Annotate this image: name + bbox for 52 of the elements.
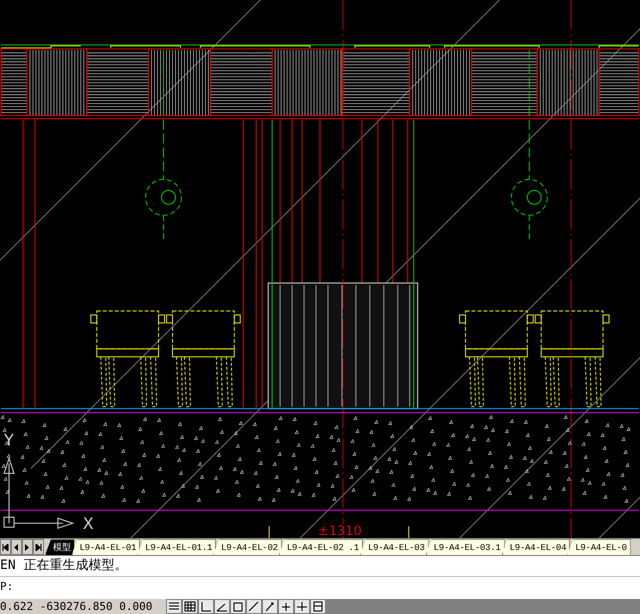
status-toggle[interactable] [214,599,230,614]
first-tab-button[interactable] [0,539,11,556]
status-toggle[interactable] [278,599,294,614]
ceiling-panel [86,48,150,116]
next-tab-button[interactable] [22,539,33,556]
ceiling-panel [272,48,342,116]
dyn-icon [280,601,292,612]
status-toggle[interactable] [262,599,278,614]
layout-tab[interactable]: L9-A4-EL-02 [213,539,282,556]
last-icon [35,544,42,551]
layout-tab[interactable]: L9-A4-EL-0 [567,539,631,556]
osnap-icon [232,601,244,612]
tick-mark [408,526,410,538]
layout-tab[interactable]: L9-A4-EL-03 [360,539,429,556]
ceiling-panel [341,48,410,116]
status-toggle[interactable] [246,599,262,614]
layout-tab[interactable]: L9-A4-EL-01 [72,539,140,556]
previous-tab-button[interactable] [11,539,22,556]
ducs-icon [264,601,276,612]
status-toggle[interactable] [230,599,246,614]
ucs-icon [4,456,74,529]
ortho-icon [200,601,212,612]
command-history: EN 正在重生成模型。 [0,557,128,576]
polar-icon [216,601,228,612]
layout-tab[interactable]: L9-A4-EL-03.1 [426,539,505,556]
status-toggle[interactable] [198,599,214,614]
command-prompt[interactable]: P: [0,576,640,598]
otrack-icon [248,601,260,612]
ceiling-panel [409,48,472,116]
layout-tab[interactable]: L9-A4-EL-04 [502,539,570,556]
axis-label: Y [4,430,14,450]
first-icon [2,544,9,551]
layout-tab[interactable]: 模型 [45,539,74,556]
layout-tab[interactable]: L9-A4-EL-02 .1 [278,539,363,556]
snap-icon [168,601,180,612]
left-arrow-icon [14,544,19,551]
coordinates-readout: 0.622 -630276.850 0.000 [0,600,154,613]
model-icon [312,601,324,612]
ceiling-panel [471,48,538,116]
last-tab-button[interactable] [33,539,44,556]
ceiling-panel [148,48,211,116]
status-toggle[interactable] [166,599,182,614]
status-toggle[interactable] [310,599,326,614]
grid-icon [184,601,196,612]
tick-mark [268,526,270,538]
lineweight-icon [296,601,308,612]
layout-tab[interactable]: L9-A4-EL-01.1 [137,539,216,556]
status-toggle[interactable] [182,599,198,614]
ceiling-panel [210,48,273,116]
right-arrow-icon [25,544,30,551]
status-toggle[interactable] [294,599,310,614]
axis-label: X [82,514,94,534]
